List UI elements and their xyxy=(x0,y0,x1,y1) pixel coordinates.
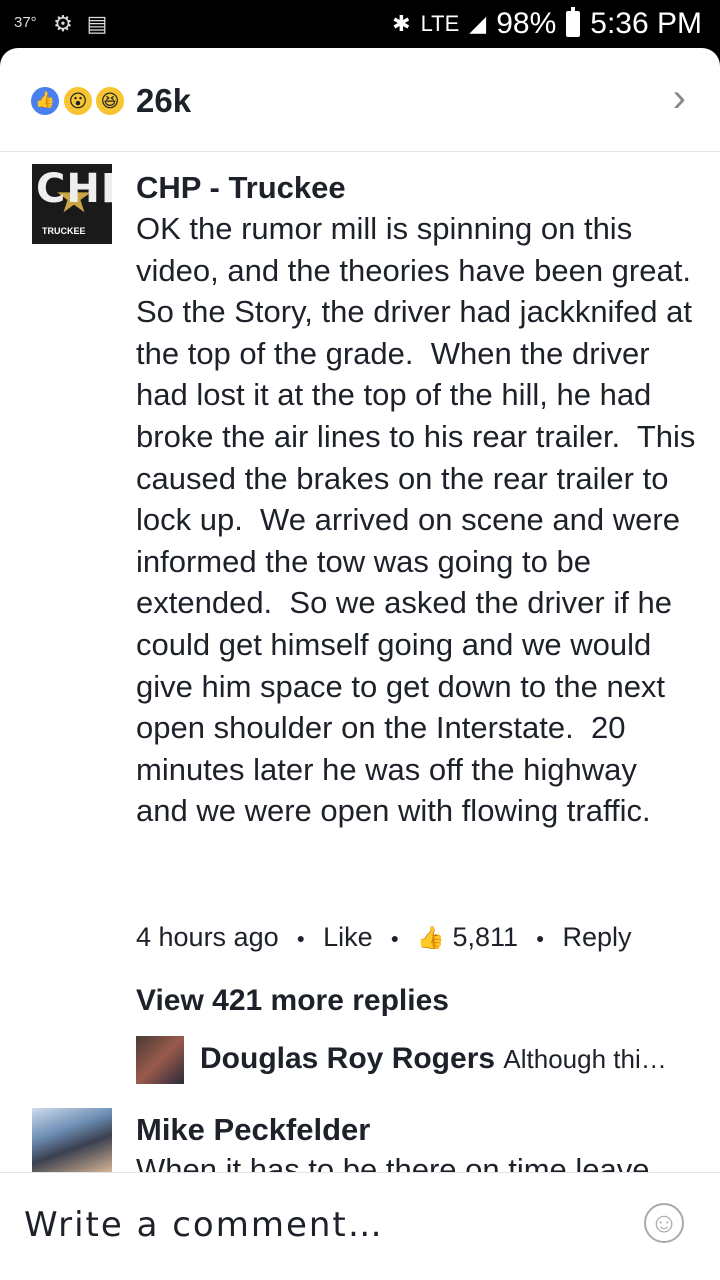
battery-percent: 98% xyxy=(496,7,557,40)
comment-author[interactable]: CHP - Truckee xyxy=(136,170,346,206)
avatar-subtext: TRUCKEE xyxy=(42,226,86,236)
status-right: ✱ LTE ◢ 98% 5:36 PM xyxy=(392,7,702,40)
temperature-text: 37° xyxy=(14,14,37,31)
status-bar: 37° ⚙ ▤ ✱ LTE ◢ 98% 5:36 PM xyxy=(0,0,720,48)
comment-body: When it has to be there on time leave xyxy=(136,1152,650,1172)
reaction-count: 26k xyxy=(136,82,192,119)
chevron-right-icon[interactable]: › xyxy=(673,76,686,121)
avatar[interactable] xyxy=(32,1108,112,1172)
comment-composer: ☺ xyxy=(0,1172,720,1280)
comment-timestamp[interactable]: 4 hours ago xyxy=(136,922,279,953)
signal-icon: ◢ xyxy=(469,11,487,36)
network-type: LTE xyxy=(420,11,460,36)
separator-dot: ● xyxy=(296,929,306,946)
comment-meta: 4 hours ago ● Like ● 👍 5,811 ● Reply xyxy=(136,922,632,953)
reactions-summary[interactable]: 👍 😮 😆 26k › xyxy=(0,48,720,152)
view-more-replies-link[interactable]: View 421 more replies xyxy=(136,984,449,1018)
haha-reaction-icon: 😆 xyxy=(94,85,126,117)
avatar-logo-text: CHP xyxy=(36,166,112,212)
reply-button[interactable]: Reply xyxy=(563,922,632,953)
cast-icon: ▤ xyxy=(86,11,108,36)
reply-author: Douglas Roy Rogers xyxy=(200,1042,496,1075)
clock-time: 5:36 PM xyxy=(590,7,702,40)
comments-sheet: 👍 😮 😆 26k › ★ CHP TRUCKEE CHP - Truckee … xyxy=(0,48,720,1280)
battery-icon xyxy=(566,7,581,37)
reply-preview[interactable]: Douglas Roy Rogers Although thi… xyxy=(200,1042,667,1076)
reply-text: Although thi… xyxy=(503,1044,667,1074)
comment-body: OK the rumor mill is spinning on this vi… xyxy=(136,211,709,829)
like-count[interactable]: 5,811 xyxy=(452,922,518,953)
like-reaction-icon: 👍 xyxy=(29,85,61,117)
avatar[interactable] xyxy=(136,1036,184,1084)
notification-icon: ⚙ xyxy=(53,11,73,36)
wow-reaction-icon: 😮 xyxy=(62,85,94,117)
bluetooth-icon: ✱ xyxy=(392,11,411,36)
like-button[interactable]: Like xyxy=(323,922,373,953)
separator-dot: ● xyxy=(390,929,400,946)
thumbs-up-icon: 👍 xyxy=(417,924,445,950)
avatar[interactable]: ★ CHP TRUCKEE xyxy=(32,164,112,244)
comment-author[interactable]: Mike Peckfelder xyxy=(136,1112,370,1148)
comment-input[interactable] xyxy=(24,1197,614,1253)
separator-dot: ● xyxy=(536,929,545,946)
emoji-icon[interactable]: ☺ xyxy=(644,1203,684,1243)
